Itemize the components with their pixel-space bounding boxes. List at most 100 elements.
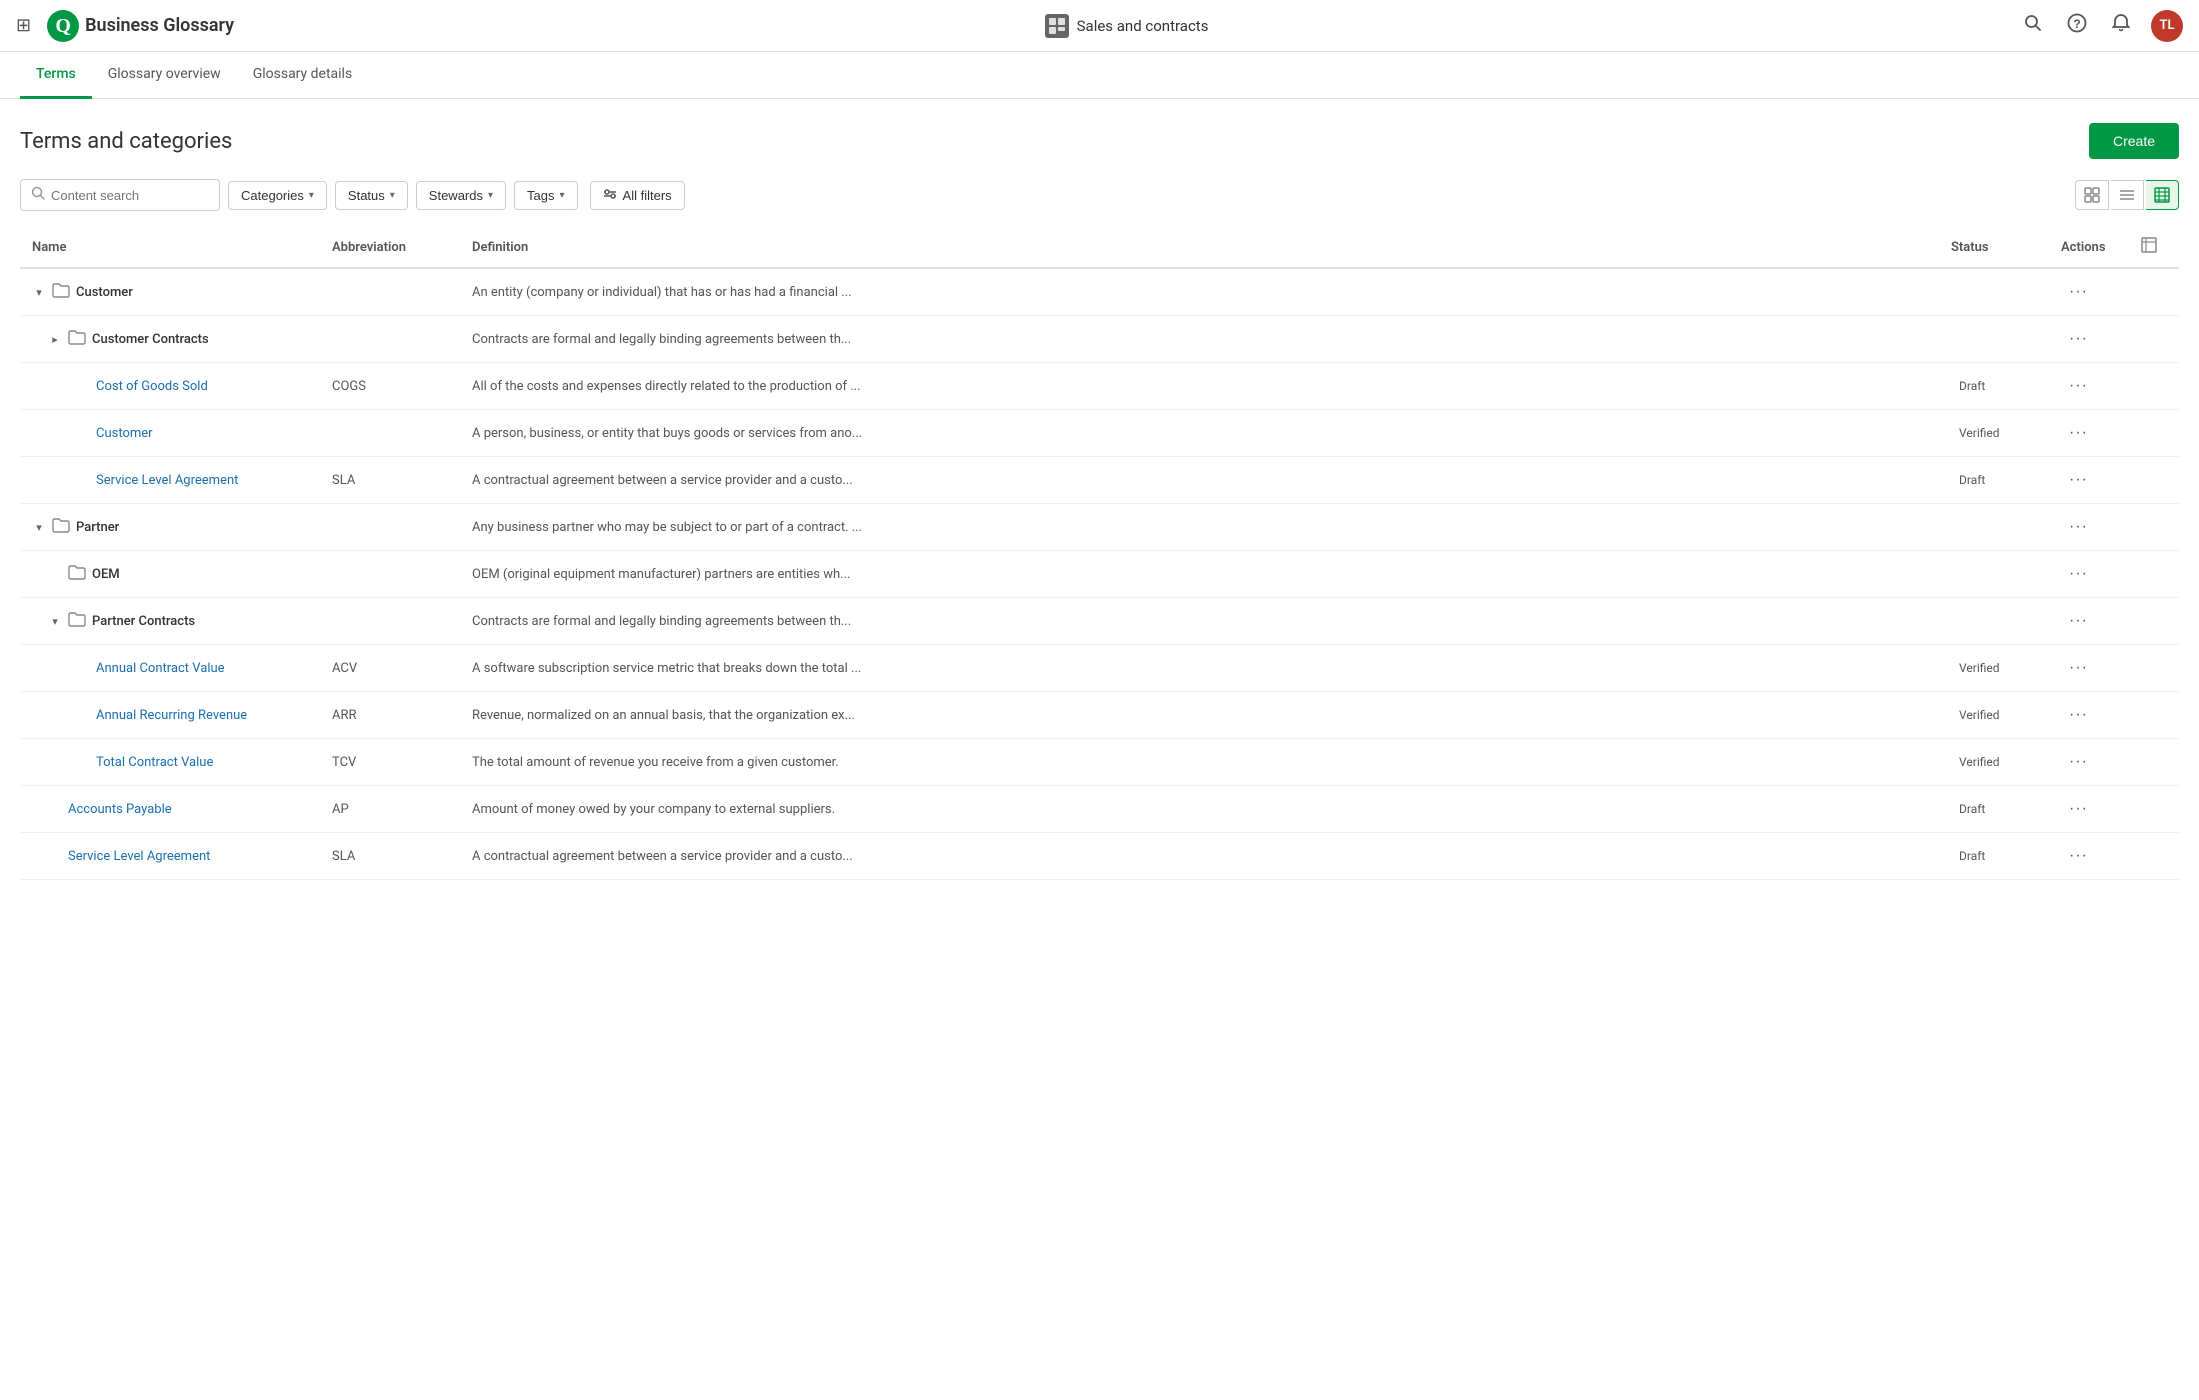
tab-glossary-overview[interactable]: Glossary overview xyxy=(92,52,237,99)
table-header-row: Name Abbreviation Definition Status Acti… xyxy=(20,227,2179,268)
row-status: Verified xyxy=(1939,410,2049,457)
row-vis-cell xyxy=(2129,316,2179,363)
expand-arrow-icon[interactable]: ▾ xyxy=(32,521,46,534)
row-name[interactable]: Accounts Payable xyxy=(68,802,172,817)
table-row: CustomerA person, business, or entity th… xyxy=(20,410,2179,457)
row-actions-button[interactable]: ··· xyxy=(2061,655,2096,681)
row-status xyxy=(1939,316,2049,363)
row-actions: ··· xyxy=(2049,833,2129,880)
row-actions-button[interactable]: ··· xyxy=(2061,561,2096,587)
row-actions-button[interactable]: ··· xyxy=(2061,796,2096,822)
stewards-chevron-icon: ▾ xyxy=(488,190,493,201)
row-name[interactable]: Customer Contracts xyxy=(92,332,209,347)
nav-right: ? TL xyxy=(2019,9,2183,42)
stewards-filter[interactable]: Stewards ▾ xyxy=(416,181,506,210)
row-actions: ··· xyxy=(2049,268,2129,316)
row-actions-button[interactable]: ··· xyxy=(2061,514,2096,540)
row-actions: ··· xyxy=(2049,551,2129,598)
table-row: ▾ Partner ContractsContracts are formal … xyxy=(20,598,2179,645)
row-name[interactable]: Partner xyxy=(76,520,119,535)
th-visibility[interactable] xyxy=(2129,227,2179,268)
grid-view-button[interactable] xyxy=(2075,180,2109,210)
row-actions-button[interactable]: ··· xyxy=(2061,843,2096,869)
row-name[interactable]: Customer xyxy=(76,285,133,300)
row-vis-cell xyxy=(2129,598,2179,645)
row-name[interactable]: OEM xyxy=(92,567,120,582)
folder-icon xyxy=(68,329,86,349)
row-name[interactable]: Partner Contracts xyxy=(92,614,195,629)
th-actions: Actions xyxy=(2049,227,2129,268)
status-badge: Draft xyxy=(1951,471,1993,489)
status-filter[interactable]: Status ▾ xyxy=(335,181,408,210)
row-actions: ··· xyxy=(2049,457,2129,504)
tab-terms[interactable]: Terms xyxy=(20,52,92,99)
svg-text:?: ? xyxy=(2073,17,2080,31)
row-vis-cell xyxy=(2129,692,2179,739)
row-status: Draft xyxy=(1939,833,2049,880)
expand-arrow-icon[interactable]: ▾ xyxy=(32,286,46,299)
row-abbreviation: ARR xyxy=(320,692,460,739)
row-status: Draft xyxy=(1939,786,2049,833)
row-name[interactable]: Customer xyxy=(96,426,153,441)
page-header: Terms and categories Create xyxy=(20,123,2179,159)
row-vis-cell xyxy=(2129,551,2179,598)
categories-filter[interactable]: Categories ▾ xyxy=(228,181,327,210)
list-view-button[interactable] xyxy=(2111,180,2144,210)
row-status: Draft xyxy=(1939,457,2049,504)
tags-filter[interactable]: Tags ▾ xyxy=(514,181,578,210)
status-badge: Verified xyxy=(1951,753,2008,771)
grid-icon[interactable]: ⊞ xyxy=(16,15,31,36)
row-actions-button[interactable]: ··· xyxy=(2061,279,2096,305)
app-title: Business Glossary xyxy=(85,15,234,36)
row-vis-cell xyxy=(2129,268,2179,316)
row-definition: An entity (company or individual) that h… xyxy=(460,268,1939,316)
row-vis-cell xyxy=(2129,645,2179,692)
avatar[interactable]: TL xyxy=(2151,10,2183,42)
nav-app-label: Sales and contracts xyxy=(1077,17,1209,35)
th-definition: Definition xyxy=(460,227,1939,268)
row-actions-button[interactable]: ··· xyxy=(2061,326,2096,352)
row-actions-button[interactable]: ··· xyxy=(2061,608,2096,634)
expand-arrow-icon[interactable]: ▸ xyxy=(48,333,62,346)
help-button[interactable]: ? xyxy=(2063,9,2091,42)
table-row: Cost of Goods SoldCOGSAll of the costs a… xyxy=(20,363,2179,410)
row-status xyxy=(1939,504,2049,551)
table-row: Accounts PayableAPAmount of money owed b… xyxy=(20,786,2179,833)
all-filters-button[interactable]: All filters xyxy=(590,181,685,210)
row-actions: ··· xyxy=(2049,645,2129,692)
table-row: ▸ Customer ContractsContracts are formal… xyxy=(20,316,2179,363)
table-row: Total Contract ValueTCVThe total amount … xyxy=(20,739,2179,786)
qlik-logo-mark: Q xyxy=(47,10,79,42)
expand-arrow-icon[interactable]: ▾ xyxy=(48,615,62,628)
row-status: Verified xyxy=(1939,645,2049,692)
row-name[interactable]: Cost of Goods Sold xyxy=(96,379,208,394)
notifications-button[interactable] xyxy=(2107,9,2135,42)
page-title: Terms and categories xyxy=(20,129,232,154)
column-visibility-icon[interactable] xyxy=(2141,242,2157,257)
th-abbreviation: Abbreviation xyxy=(320,227,460,268)
search-input[interactable] xyxy=(51,188,209,203)
row-actions-button[interactable]: ··· xyxy=(2061,467,2096,493)
tab-glossary-details[interactable]: Glossary details xyxy=(237,52,369,99)
table-view-button[interactable] xyxy=(2146,180,2179,210)
row-vis-cell xyxy=(2129,363,2179,410)
row-definition: The total amount of revenue you receive … xyxy=(460,739,1939,786)
row-name[interactable]: Service Level Agreement xyxy=(68,849,210,864)
th-name: Name xyxy=(20,227,320,268)
th-status: Status xyxy=(1939,227,2049,268)
row-actions-button[interactable]: ··· xyxy=(2061,373,2096,399)
row-actions-button[interactable]: ··· xyxy=(2061,749,2096,775)
row-name[interactable]: Service Level Agreement xyxy=(96,473,238,488)
search-button[interactable] xyxy=(2019,9,2047,42)
row-vis-cell xyxy=(2129,833,2179,880)
qlik-logo: Q Business Glossary xyxy=(47,10,234,42)
create-button[interactable]: Create xyxy=(2089,123,2179,159)
row-status xyxy=(1939,268,2049,316)
row-name[interactable]: Total Contract Value xyxy=(96,755,213,770)
row-name[interactable]: Annual Contract Value xyxy=(96,661,225,676)
row-actions-button[interactable]: ··· xyxy=(2061,420,2096,446)
row-definition: Amount of money owed by your company to … xyxy=(460,786,1939,833)
row-vis-cell xyxy=(2129,786,2179,833)
row-name[interactable]: Annual Recurring Revenue xyxy=(96,708,247,723)
row-actions-button[interactable]: ··· xyxy=(2061,702,2096,728)
